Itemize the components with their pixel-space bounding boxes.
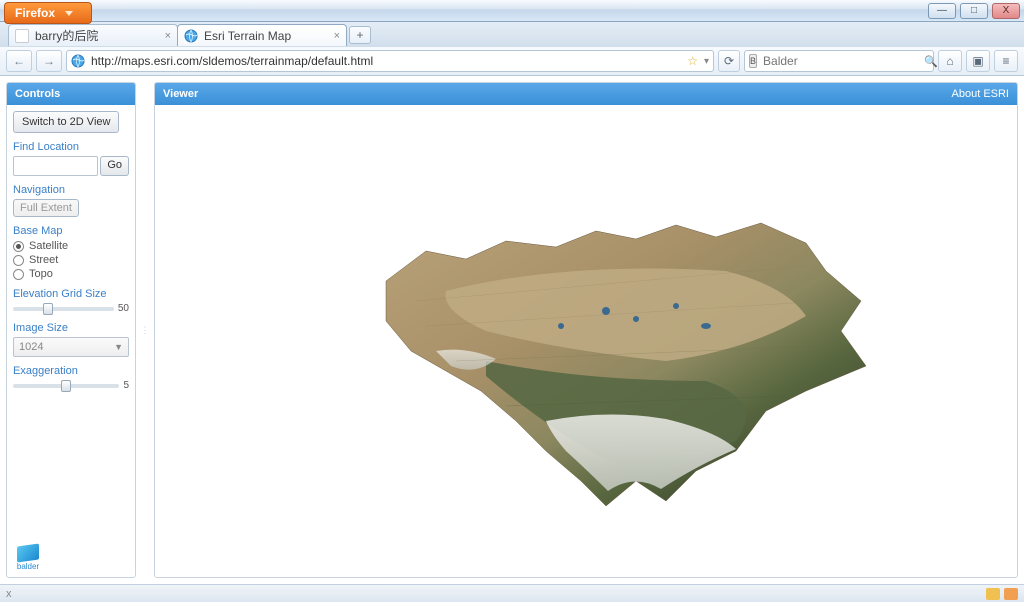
panel-splitter[interactable]: ⋮ bbox=[142, 82, 148, 578]
navigation-toolbar: ← → ☆ ▾ ⟳ B 🔍 ⌂ ▣ ≡ bbox=[0, 46, 1024, 76]
exaggeration-label: Exaggeration bbox=[13, 365, 129, 377]
terrain-mesh bbox=[266, 151, 906, 531]
minimize-button[interactable]: — bbox=[928, 3, 956, 19]
tab-esri-terrain[interactable]: Esri Terrain Map × bbox=[177, 24, 347, 46]
basemap-satellite[interactable]: Satellite bbox=[13, 240, 129, 252]
firefox-menu-button[interactable]: Firefox bbox=[4, 2, 92, 24]
controls-panel: Controls Switch to 2D View Find Location… bbox=[6, 82, 136, 578]
elevation-grid-label: Elevation Grid Size bbox=[13, 288, 129, 300]
tab-title: Esri Terrain Map bbox=[204, 29, 291, 43]
elevation-grid-slider[interactable] bbox=[13, 307, 114, 311]
controls-body: Switch to 2D View Find Location Go Navig… bbox=[7, 105, 135, 577]
url-bar[interactable]: ☆ ▾ bbox=[66, 50, 714, 72]
balder-label: balder bbox=[17, 562, 39, 571]
chevron-down-icon: ▼ bbox=[114, 342, 123, 352]
image-size-select[interactable]: 1024 ▼ bbox=[13, 337, 129, 357]
maximize-button[interactable]: □ bbox=[960, 3, 988, 19]
cube-icon bbox=[17, 543, 39, 562]
image-size-value: 1024 bbox=[19, 341, 114, 353]
forward-button[interactable]: → bbox=[36, 50, 62, 72]
firefox-label: Firefox bbox=[15, 6, 55, 20]
elevation-grid-value: 50 bbox=[118, 303, 129, 314]
switch-2d-button[interactable]: Switch to 2D View bbox=[13, 111, 119, 133]
basemap-label: Base Map bbox=[13, 225, 129, 237]
back-button[interactable]: ← bbox=[6, 50, 32, 72]
home-button[interactable]: ⌂ bbox=[938, 50, 962, 72]
page-icon bbox=[15, 29, 29, 43]
radio-label: Street bbox=[29, 254, 58, 266]
basemap-topo[interactable]: Topo bbox=[13, 268, 129, 280]
controls-title: Controls bbox=[15, 88, 60, 100]
search-bar[interactable]: B 🔍 bbox=[744, 50, 934, 72]
balder-logo: balder bbox=[13, 545, 43, 571]
navigation-label: Navigation bbox=[13, 184, 129, 196]
image-size-label: Image Size bbox=[13, 322, 129, 334]
window-titlebar: Firefox — □ X bbox=[0, 0, 1024, 22]
tab-strip: barry的后院 × Esri Terrain Map × + bbox=[0, 22, 1024, 46]
tray-icon[interactable] bbox=[986, 588, 1000, 600]
terrain-viewport[interactable] bbox=[155, 105, 1017, 577]
status-bar: x bbox=[0, 584, 1024, 602]
about-esri-link[interactable]: About ESRI bbox=[952, 88, 1009, 100]
tray-icon[interactable] bbox=[1004, 588, 1018, 600]
radio-icon bbox=[13, 255, 24, 266]
status-tray bbox=[986, 588, 1018, 600]
exaggeration-slider[interactable] bbox=[13, 384, 119, 388]
controls-header: Controls bbox=[7, 83, 135, 105]
url-input[interactable] bbox=[91, 54, 681, 68]
close-button[interactable]: X bbox=[992, 3, 1020, 19]
globe-icon bbox=[71, 54, 85, 68]
globe-icon bbox=[184, 29, 198, 43]
tab-close-icon[interactable]: × bbox=[334, 30, 340, 42]
url-dropdown-icon[interactable]: ▾ bbox=[704, 56, 709, 67]
go-button[interactable]: Go bbox=[100, 156, 129, 176]
menu-button[interactable]: ≡ bbox=[994, 50, 1018, 72]
tab-close-icon[interactable]: × bbox=[165, 30, 171, 42]
radio-label: Topo bbox=[29, 268, 53, 280]
full-extent-button[interactable]: Full Extent bbox=[13, 199, 79, 217]
find-location-input[interactable] bbox=[13, 156, 98, 176]
radio-icon bbox=[13, 269, 24, 280]
status-x[interactable]: x bbox=[6, 588, 12, 600]
exaggeration-value: 5 bbox=[123, 380, 129, 391]
reload-button[interactable]: ⟳ bbox=[718, 50, 740, 72]
fullscreen-button[interactable]: ▣ bbox=[966, 50, 990, 72]
new-tab-button[interactable]: + bbox=[349, 26, 371, 44]
tab-title: barry的后院 bbox=[35, 27, 98, 44]
radio-label: Satellite bbox=[29, 240, 68, 252]
viewer-title: Viewer bbox=[163, 88, 198, 100]
search-engine-icon[interactable]: B bbox=[749, 54, 757, 68]
radio-icon bbox=[13, 241, 24, 252]
basemap-street[interactable]: Street bbox=[13, 254, 129, 266]
tab-barry[interactable]: barry的后院 × bbox=[8, 24, 178, 46]
viewer-panel: Viewer About ESRI bbox=[154, 82, 1018, 578]
find-location-label: Find Location bbox=[13, 141, 129, 153]
search-go-icon[interactable]: 🔍 bbox=[924, 55, 938, 68]
search-input[interactable] bbox=[763, 54, 918, 68]
page-content: Controls Switch to 2D View Find Location… bbox=[0, 76, 1024, 584]
bookmark-star-icon[interactable]: ☆ bbox=[687, 54, 698, 68]
viewer-header: Viewer About ESRI bbox=[155, 83, 1017, 105]
